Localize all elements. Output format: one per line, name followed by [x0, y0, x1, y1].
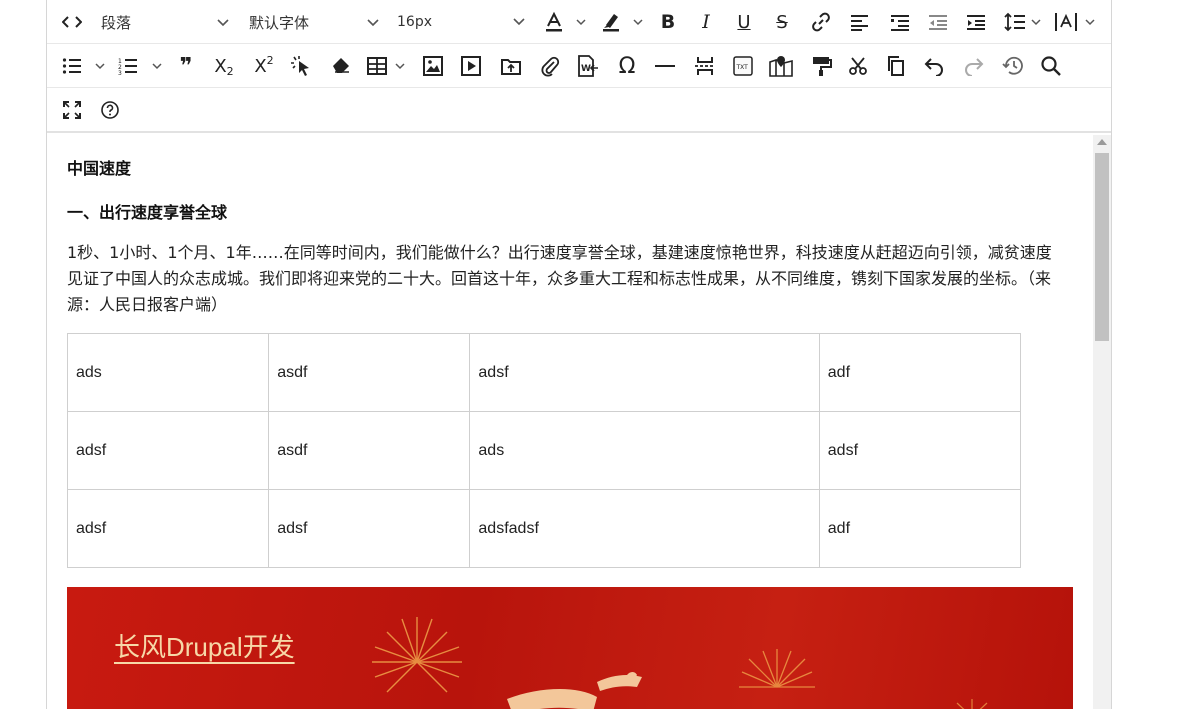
table-cell[interactable]: asdf	[268, 333, 471, 412]
remove-format-icon[interactable]	[329, 54, 353, 78]
table-cell[interactable]: adsfadsf	[469, 489, 820, 568]
heading-subtitle: 一、出行速度享誉全球	[67, 203, 228, 222]
page-break-icon[interactable]	[693, 54, 717, 78]
line-height-icon[interactable]	[1003, 10, 1027, 34]
indent-icon[interactable]	[965, 10, 987, 34]
superscript-base: X	[254, 55, 267, 77]
chevron-down-icon[interactable]	[93, 54, 107, 78]
subscript-mark: 2	[226, 64, 234, 78]
firework-2	[739, 649, 815, 688]
link-icon[interactable]	[809, 10, 833, 34]
chevron-down-icon[interactable]	[150, 54, 164, 78]
toolbar-row-3	[47, 88, 1111, 132]
media-icon[interactable]	[459, 54, 483, 78]
table-cell[interactable]: adsf	[469, 333, 820, 412]
line-height-list-icon[interactable]	[889, 10, 911, 34]
table-cell[interactable]: adsf	[66, 489, 270, 568]
insert-table-icon[interactable]	[365, 54, 389, 78]
chevron-down-icon[interactable]	[574, 10, 588, 34]
txt-label: TXT	[736, 64, 749, 71]
svg-text:W: W	[581, 64, 591, 74]
table-cell[interactable]: ads	[469, 411, 820, 490]
copy-icon[interactable]	[885, 54, 907, 78]
firework-3	[956, 699, 988, 709]
attachment-icon[interactable]	[539, 54, 561, 78]
table-cell[interactable]: adf	[818, 333, 1022, 412]
table-cell[interactable]: ads	[66, 333, 270, 412]
table-row: adsf adsf adsfadsf adf	[66, 489, 1022, 568]
chevron-down-icon[interactable]	[1029, 10, 1043, 34]
table-cell[interactable]: adf	[818, 489, 1022, 568]
body-paragraph: 1秒、1小时、1个月、1年……在同等时间内，我们能做什么？出行速度享誉全球，基建…	[67, 243, 1052, 314]
bold-button[interactable]: B	[657, 10, 679, 34]
underline-button[interactable]: U	[733, 10, 755, 34]
revision-history-icon[interactable]	[1001, 54, 1025, 78]
scroll-up-arrow-icon[interactable]	[1097, 139, 1107, 145]
font-size-dropdown[interactable]: 16px	[397, 10, 527, 34]
select-all-cursor-icon[interactable]	[289, 54, 315, 78]
vertical-scrollbar[interactable]	[1093, 135, 1111, 709]
undo-icon[interactable]	[923, 54, 945, 78]
numbered-list-icon[interactable]: 123	[117, 54, 139, 78]
banner-image: 长风Drupal开发	[67, 587, 1073, 709]
chevron-down-icon[interactable]	[1083, 10, 1097, 34]
paste-as-text-icon[interactable]: TXT	[731, 54, 755, 78]
highlight-icon[interactable]	[599, 10, 623, 34]
table-row: adsf asdf ads adsf	[66, 411, 1022, 490]
italic-button[interactable]: I	[695, 10, 717, 34]
block-quote-button[interactable]: ❞	[175, 54, 197, 79]
bulleted-list-icon[interactable]	[61, 54, 83, 78]
letter-spacing-icon[interactable]	[1053, 10, 1079, 34]
outdent-icon[interactable]	[927, 10, 949, 34]
align-left-icon[interactable]	[849, 10, 871, 34]
chevron-down-icon	[217, 13, 229, 31]
subscript-button[interactable]: X2	[211, 54, 237, 78]
heading-title: 中国速度	[67, 159, 132, 178]
chevron-down-icon[interactable]	[393, 54, 407, 78]
font-family-label: 默认字体	[249, 13, 310, 32]
chevron-down-icon	[513, 14, 525, 30]
format-painter-icon[interactable]	[809, 54, 833, 78]
import-word-icon[interactable]: W	[575, 54, 601, 78]
source-code-icon[interactable]	[61, 10, 83, 34]
table-cell[interactable]: adsf	[66, 411, 270, 490]
search-icon[interactable]	[1039, 54, 1063, 78]
fullscreen-icon[interactable]	[61, 98, 83, 122]
banner-brand-text: 长风Drupal开发	[114, 632, 295, 662]
upload-file-icon[interactable]	[499, 54, 523, 78]
horizontal-line-icon[interactable]	[653, 54, 677, 78]
special-character-button[interactable]: Ω	[615, 54, 639, 79]
editor-toolbar: 段落 默认字体 16px B I U S 1 2 3 ❞ X 2 X 2 W Ω…	[47, 0, 1111, 133]
toolbar-row-2: 123 ❞ X2 X2 W Ω TXT	[47, 44, 1111, 88]
svg-text:3: 3	[118, 70, 122, 75]
font-size-label: 16px	[397, 14, 432, 30]
rich-text-editor: 段落 默认字体 16px B I U S 1 2 3 ❞ X 2 X 2 W Ω…	[46, 0, 1112, 709]
firework-1	[372, 617, 462, 693]
paragraph-format-dropdown[interactable]: 段落	[101, 10, 231, 34]
help-icon[interactable]	[99, 98, 121, 122]
image-icon[interactable]	[421, 54, 445, 78]
chevron-down-icon[interactable]	[631, 10, 645, 34]
insert-map-icon[interactable]	[767, 54, 795, 78]
editor-content-area[interactable]: 中国速度 一、出行速度享誉全球 1秒、1小时、1个月、1年……在同等时间内，我们…	[47, 135, 1093, 709]
chevron-down-icon	[367, 13, 379, 31]
content-table: ads asdf adsf adf adsf asdf ads adsf adsf adsf ads…	[66, 333, 1022, 568]
table-cell[interactable]: asdf	[268, 411, 471, 490]
table-cell[interactable]: adsf	[268, 489, 471, 568]
calligraphy-stroke	[507, 689, 597, 709]
subscript-base: X	[214, 55, 227, 77]
font-color-icon[interactable]	[543, 10, 565, 34]
table-row: ads asdf adsf adf	[66, 333, 1022, 412]
superscript-mark: 2	[266, 53, 274, 67]
toolbar-row-1: 段落 默认字体 16px B I U S	[47, 0, 1111, 44]
font-family-dropdown[interactable]: 默认字体	[249, 10, 381, 34]
paragraph-format-label: 段落	[101, 13, 132, 32]
scrollbar-thumb[interactable]	[1095, 153, 1109, 341]
superscript-button[interactable]: X2	[251, 54, 277, 78]
table-cell[interactable]: adsf	[818, 411, 1022, 490]
redo-icon[interactable]	[963, 54, 985, 78]
strikethrough-button[interactable]: S	[771, 10, 793, 34]
cut-icon[interactable]	[847, 54, 869, 78]
